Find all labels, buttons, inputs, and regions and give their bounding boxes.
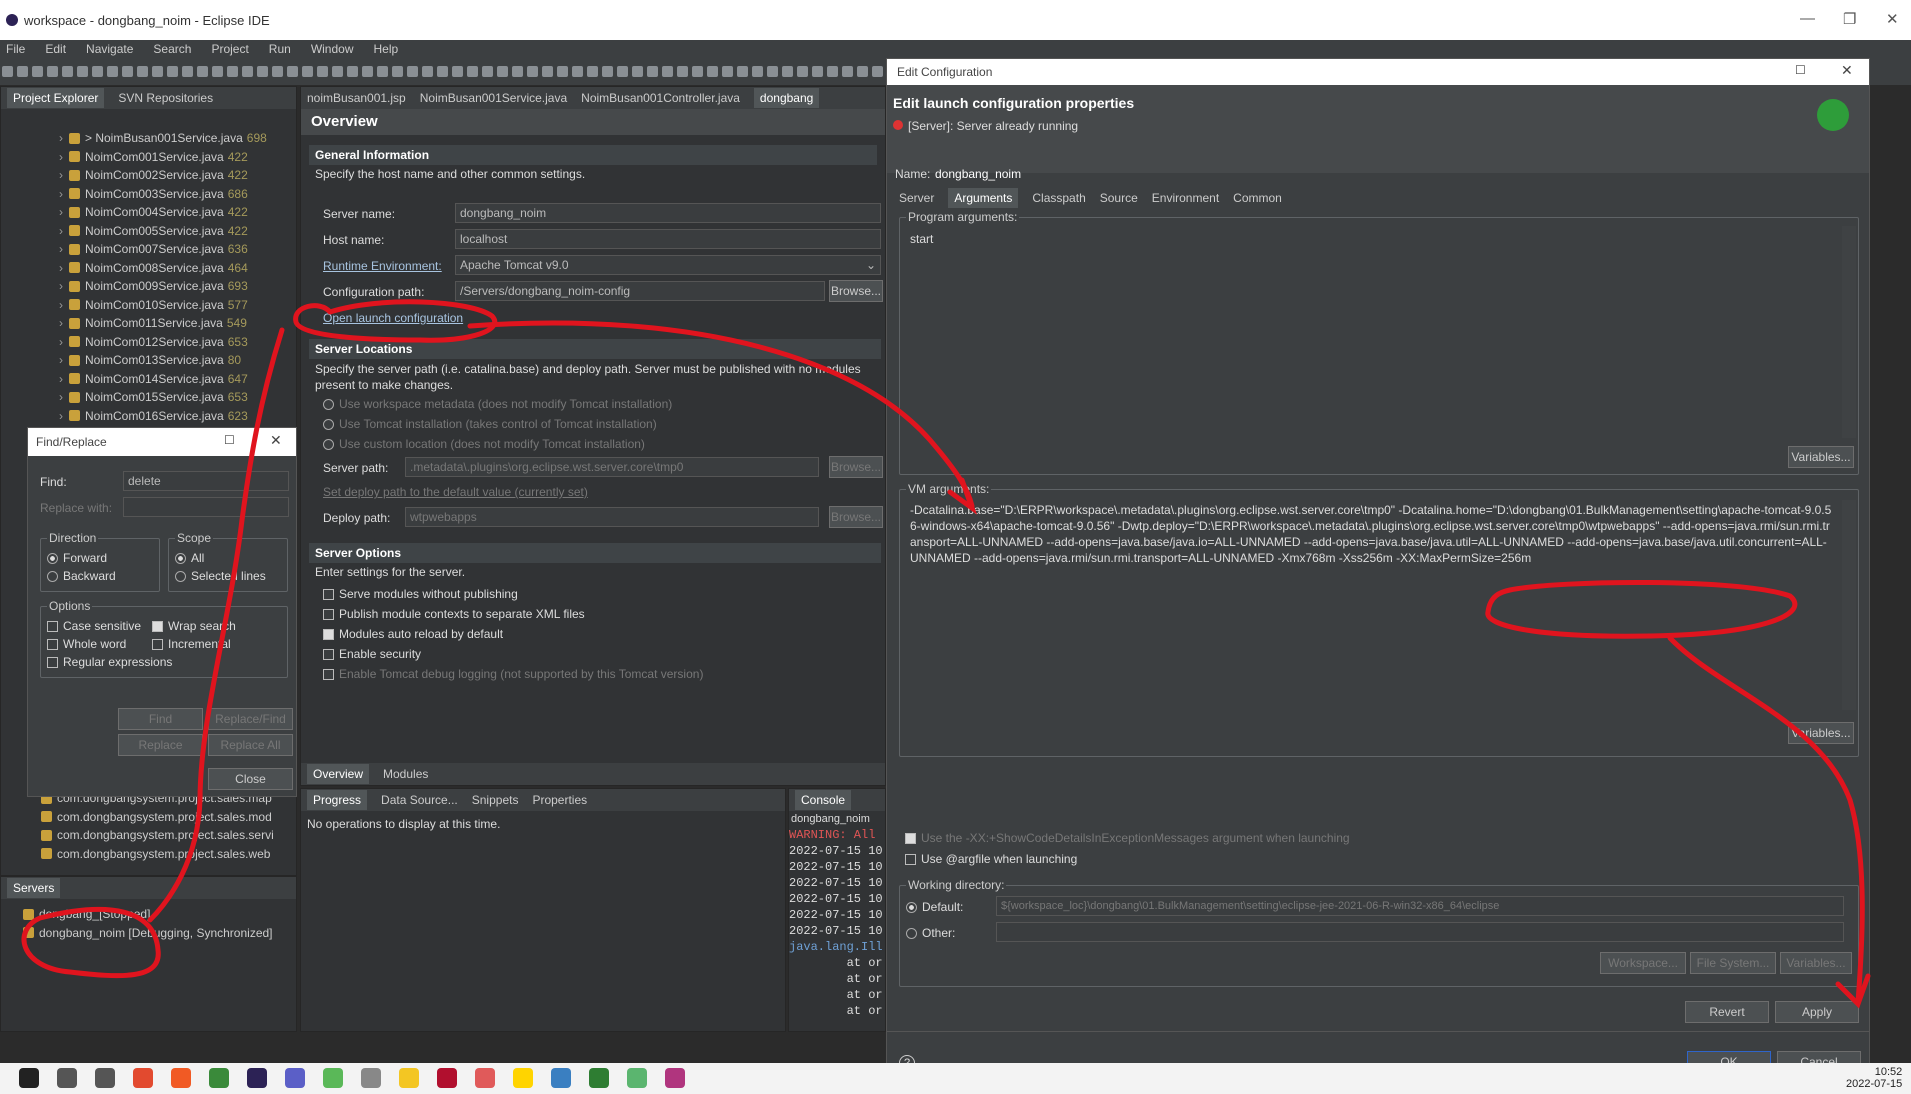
taskbar-app-icon[interactable] <box>665 1068 685 1088</box>
clock[interactable]: 10:52 2022-07-15 <box>1846 1066 1902 1090</box>
taskbar-app-icon[interactable] <box>247 1068 267 1088</box>
taskbar-app-icon[interactable] <box>19 1068 39 1088</box>
taskbar-app-icon[interactable] <box>513 1068 533 1088</box>
taskbar-app-icon[interactable] <box>323 1068 343 1088</box>
taskbar-app-icon[interactable] <box>589 1068 609 1088</box>
taskbar-app-icon[interactable] <box>399 1068 419 1088</box>
taskbar-app-icon[interactable] <box>627 1068 647 1088</box>
taskbar-app-icon[interactable] <box>57 1068 77 1088</box>
taskbar-app-icon[interactable] <box>133 1068 153 1088</box>
taskbar-app-icon[interactable] <box>551 1068 571 1088</box>
annotation-circle-vm <box>1485 579 1798 639</box>
taskbar-app-icon[interactable] <box>475 1068 495 1088</box>
taskbar-app-icon[interactable] <box>361 1068 381 1088</box>
annotation-circle-server <box>21 906 161 979</box>
windows-taskbar: 10:52 2022-07-15 <box>0 1063 1911 1094</box>
annotation-arrow-to-args <box>467 320 975 509</box>
taskbar-app-icon[interactable] <box>285 1068 305 1088</box>
annotation-curve-left <box>147 327 285 923</box>
annotation-circle-link <box>293 299 498 343</box>
taskbar-app-icon[interactable] <box>437 1068 457 1088</box>
date: 2022-07-15 <box>1846 1078 1903 1090</box>
taskbar-app-icon[interactable] <box>171 1068 191 1088</box>
time: 10:52 <box>1874 1066 1903 1078</box>
annotation-arrow-to-apply <box>1667 635 1865 1005</box>
taskbar-icons <box>0 1063 1911 1093</box>
taskbar-app-icon[interactable] <box>209 1068 229 1088</box>
taskbar-app-icon[interactable] <box>95 1068 115 1088</box>
annotation-arrowhead-apply <box>1835 973 1871 1009</box>
annotation-overlay <box>21 299 1871 1009</box>
annotation-arrowhead-args <box>947 477 978 515</box>
